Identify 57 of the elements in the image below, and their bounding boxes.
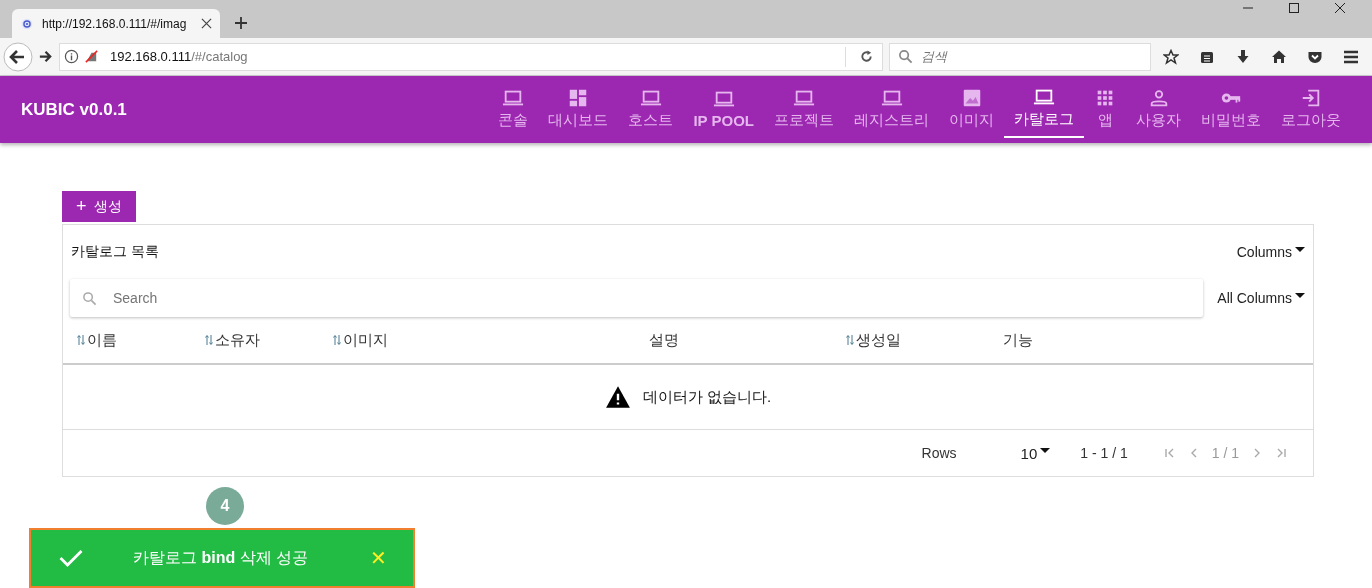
address-field[interactable]: 192.168.0.111/#/catalog — [59, 42, 883, 71]
nav-tab[interactable]: 앱 — [1084, 76, 1126, 143]
search-field[interactable]: Search — [113, 290, 1204, 306]
column-header[interactable]: 설명 — [648, 330, 679, 350]
column-header[interactable]: 생성일 — [845, 330, 901, 350]
sort-icon — [333, 334, 342, 346]
column-header[interactable]: 기능 — [1003, 330, 1034, 350]
search-box[interactable]: Search — [70, 279, 1204, 317]
sort-icon — [845, 334, 854, 346]
rows-per-page-dropdown[interactable]: 10 — [1020, 444, 1051, 462]
home-icon[interactable] — [1271, 48, 1287, 65]
info-icon[interactable] — [64, 49, 79, 64]
table-title: 카탈로그 목록 — [71, 243, 159, 261]
app-title: KUBIC v0.0.1 — [21, 99, 127, 120]
nav-tab[interactable]: 콘솔 — [488, 76, 539, 143]
empty-message: 데이터가 없습니다. — [642, 387, 772, 407]
sort-icon — [205, 334, 214, 346]
reload-icon[interactable] — [859, 49, 874, 64]
url-text: 192.168.0.111/#/catalog — [110, 49, 249, 64]
tab-title: http://192.168.0.111/#/imag — [42, 16, 188, 31]
swirl-icon — [20, 16, 34, 31]
column-header[interactable]: 이름 — [77, 330, 117, 350]
nav-tab[interactable]: 대시보드 — [538, 76, 619, 143]
plus-icon[interactable] — [234, 16, 248, 30]
count-badge: 4 — [206, 487, 244, 525]
warning-icon — [604, 385, 631, 409]
column-header[interactable]: 이미지 — [333, 330, 389, 350]
download-icon[interactable] — [1235, 48, 1251, 65]
nav-tab[interactable]: 로그아웃 — [1271, 76, 1351, 143]
star-icon[interactable] — [1163, 48, 1179, 65]
search-box[interactable]: 검색 — [889, 42, 1151, 71]
page-indicator: 1 / 1 — [1211, 445, 1239, 461]
sort-icon — [77, 334, 85, 346]
toast-message: 카탈로그 bind 삭제 성공 — [133, 547, 309, 568]
maximize-icon[interactable] — [1288, 2, 1300, 14]
columns-dropdown[interactable]: Columns — [1236, 244, 1305, 260]
close-icon[interactable] — [201, 18, 212, 29]
nav-tab[interactable]: 이미지 — [939, 76, 1004, 143]
insecure-lock-icon — [84, 49, 99, 64]
nav-tab[interactable]: 사용자 — [1126, 76, 1191, 143]
filter-dropdown[interactable]: All Columns — [1217, 290, 1305, 306]
create-button[interactable]: + 생성 — [62, 191, 136, 222]
search-icon — [898, 49, 913, 64]
close-icon[interactable] — [1334, 2, 1346, 14]
nav-tab[interactable]: 프로젝트 — [764, 76, 844, 143]
nav-tab[interactable]: 카탈로그 — [1004, 78, 1084, 138]
browser-tab[interactable]: http://192.168.0.111/#/imag — [12, 9, 220, 38]
column-header[interactable]: 소유자 — [205, 330, 261, 350]
nav-tab[interactable]: 비밀번호 — [1191, 76, 1271, 143]
nav-tab[interactable]: 호스트 — [618, 76, 684, 143]
range-text: 1 - 1 / 1 — [1080, 445, 1128, 461]
menu-icon[interactable] — [1343, 48, 1359, 65]
nav-tab[interactable]: 레지스트리 — [844, 76, 939, 143]
forward-arrow-icon[interactable] — [38, 49, 53, 64]
nav-tab[interactable]: IP POOL — [683, 76, 764, 143]
rows-label: Rows — [921, 445, 957, 461]
search-icon — [82, 290, 97, 306]
